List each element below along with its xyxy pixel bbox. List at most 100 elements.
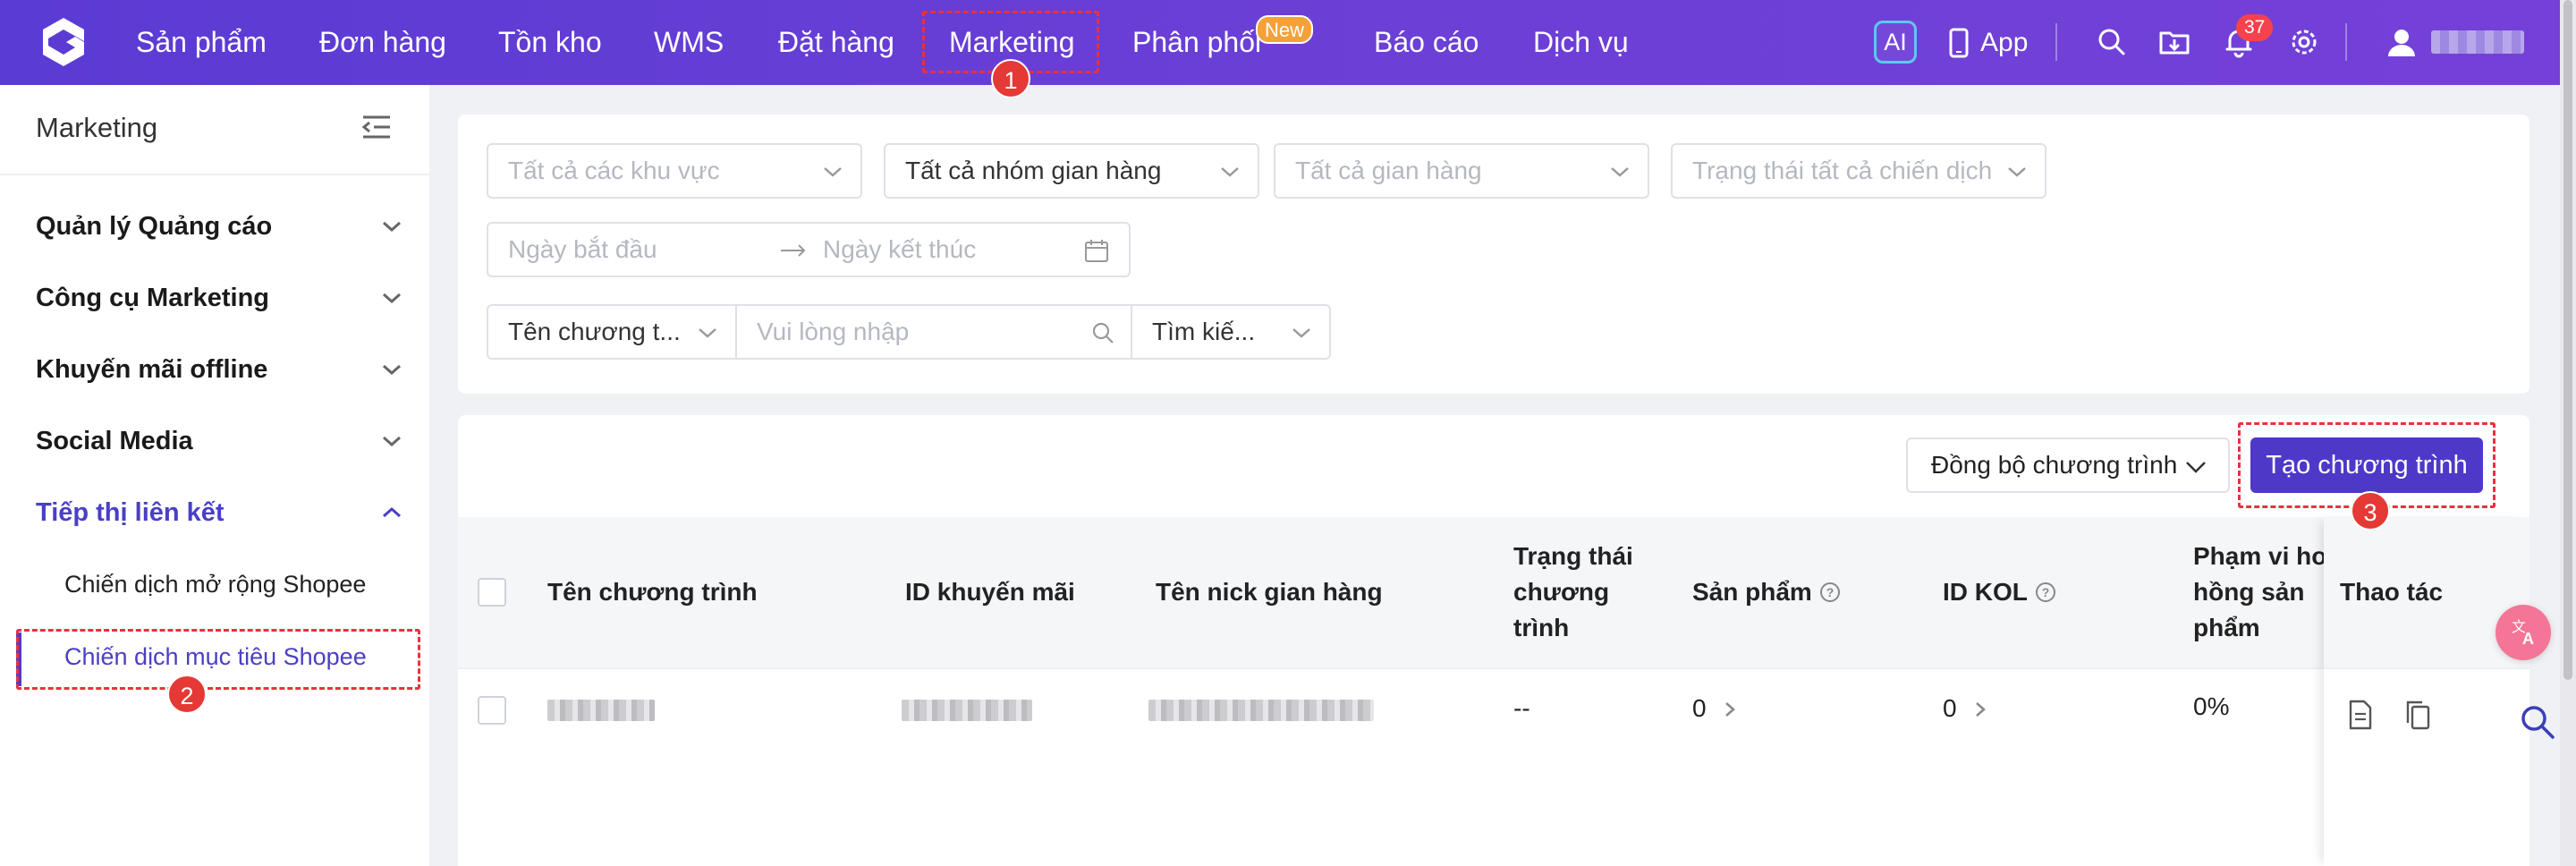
- copy-icon[interactable]: [2404, 700, 2431, 730]
- column-commission-scope-line: hồng sản: [2193, 578, 2305, 606]
- column-products[interactable]: Sản phẩm?: [1692, 574, 1841, 610]
- search-input-placeholder: Vui lòng nhập: [757, 318, 910, 345]
- sidebar-item-shopee-open-campaign[interactable]: Chiến dịch mở rộng Shopee: [64, 564, 366, 605]
- topbar-divider: [2345, 23, 2347, 61]
- products-link[interactable]: 0: [1692, 691, 1736, 726]
- search-icon[interactable]: [2519, 703, 2556, 741]
- sidebar-group-label: Công cụ Marketing: [36, 284, 270, 312]
- chevron-down-icon: [1611, 167, 1629, 177]
- campaign-status-select[interactable]: Trạng thái tất cả chiến dịch: [1671, 143, 2046, 199]
- column-campaign-status-line: trình: [1513, 614, 1570, 641]
- nav-orders[interactable]: Đơn hàng: [319, 0, 446, 85]
- region-select[interactable]: Tất cả các khu vực: [487, 143, 862, 199]
- nav-reports[interactable]: Báo cáo: [1374, 0, 1479, 85]
- campaign-status-select-value: Trạng thái tất cả chiến dịch: [1692, 157, 1993, 184]
- search-mode-select-value: Tìm kiế...: [1152, 318, 1256, 345]
- end-date-input[interactable]: Ngày kết thúc: [823, 224, 976, 276]
- column-kol-id[interactable]: ID KOL?: [1943, 574, 2056, 610]
- user-icon[interactable]: [2385, 25, 2419, 59]
- help-icon[interactable]: ?: [2035, 582, 2056, 603]
- chevron-down-icon: [383, 293, 401, 304]
- step-1-marker: 1: [991, 59, 1030, 98]
- sidebar-group-offline-promotion[interactable]: Khuyến mãi offline: [36, 348, 402, 391]
- select-all-checkbox[interactable]: [478, 578, 506, 607]
- nav-purchase[interactable]: Đặt hàng: [778, 0, 894, 85]
- targeted-campaign-highlight-box: [16, 629, 420, 690]
- sync-campaign-button[interactable]: Đồng bộ chương trình: [1906, 437, 2230, 493]
- chevron-down-icon: [824, 167, 842, 177]
- sidebar-group-social-media[interactable]: Social Media: [36, 420, 402, 463]
- column-commission-scope-line: phẩm: [2193, 614, 2260, 641]
- sidebar-title: Marketing: [36, 112, 158, 143]
- search-input[interactable]: Vui lòng nhập: [735, 304, 1132, 360]
- store-group-select[interactable]: Tất cả nhóm gian hàng: [884, 143, 1259, 199]
- sidebar-group-marketing-tools[interactable]: Công cụ Marketing: [36, 276, 402, 319]
- row-checkbox[interactable]: [478, 696, 506, 725]
- document-icon[interactable]: [2347, 700, 2374, 730]
- column-promo-id[interactable]: ID khuyến mãi: [905, 574, 1075, 610]
- step-2-marker: 2: [167, 675, 207, 714]
- column-campaign-status-line: Trạng thái: [1513, 542, 1633, 570]
- sidebar-group-ads-management[interactable]: Quản lý Quảng cáo: [36, 205, 402, 248]
- ai-button[interactable]: AI: [1874, 21, 1917, 64]
- store-select[interactable]: Tất cả gian hàng: [1274, 143, 1649, 199]
- topbar-divider: [2055, 23, 2057, 61]
- sidebar-group-label: Tiếp thị liên kết: [36, 498, 225, 527]
- chevron-down-icon: [2008, 167, 2026, 177]
- column-campaign-status[interactable]: Trạng thái chương trình: [1513, 539, 1633, 646]
- translate-float-button[interactable]: 文 A: [2496, 605, 2551, 660]
- table-row: -- 0 0 0%: [458, 667, 2324, 866]
- nav-distribution[interactable]: Phân phối: [1132, 0, 1261, 85]
- translate-icon: 文 A: [2512, 618, 2534, 648]
- sidebar-group-label: Khuyến mãi offline: [36, 355, 268, 384]
- search-field-select[interactable]: Tên chương t...: [487, 304, 737, 360]
- kol-id-link[interactable]: 0: [1943, 691, 1987, 726]
- username-blurred[interactable]: [2431, 30, 2524, 54]
- commission-scope-value: 0%: [2193, 692, 2230, 720]
- notification-count-badge: 37: [2236, 14, 2274, 41]
- sidebar-group-affiliate-marketing[interactable]: Tiếp thị liên kết: [36, 491, 402, 534]
- page-scrollbar-thumb[interactable]: [2563, 0, 2572, 680]
- app-link[interactable]: App: [1980, 0, 2028, 85]
- gear-icon[interactable]: [2287, 25, 2321, 59]
- nav-wms[interactable]: WMS: [654, 0, 724, 85]
- top-navigation-bar: Sản phẩm Đơn hàng Tồn kho WMS Đặt hàng M…: [0, 0, 2576, 98]
- column-commission-scope-line: Phạm vi ho: [2193, 542, 2324, 570]
- nav-products[interactable]: Sản phẩm: [136, 0, 267, 85]
- chevron-right-icon: [1725, 702, 1736, 717]
- arrow-right-icon: [781, 244, 806, 257]
- chevron-down-icon: [699, 328, 716, 338]
- column-commission-scope[interactable]: Phạm vi ho hồng sản phẩm: [2193, 539, 2324, 646]
- column-kol-id-label: ID KOL: [1943, 578, 2028, 606]
- collapse-sidebar-icon[interactable]: [361, 114, 392, 140]
- campaign-name-blurred[interactable]: [547, 700, 655, 721]
- start-date-input[interactable]: Ngày bắt đầu: [508, 224, 657, 276]
- svg-text:?: ?: [1826, 585, 1835, 599]
- chevron-down-icon: [383, 221, 401, 233]
- column-campaign-name[interactable]: Tên chương trình: [547, 574, 758, 610]
- search-mode-select[interactable]: Tìm kiế...: [1131, 304, 1331, 360]
- promo-id-blurred: [902, 700, 1032, 721]
- folder-download-icon[interactable]: [2157, 25, 2191, 59]
- chevron-down-icon: [1221, 167, 1239, 177]
- nav-inventory[interactable]: Tồn kho: [498, 0, 602, 85]
- date-range-picker[interactable]: Ngày bắt đầu Ngày kết thúc: [487, 222, 1131, 277]
- search-icon[interactable]: [2095, 25, 2129, 59]
- chevron-down-icon: [383, 436, 401, 447]
- logo-icon[interactable]: [36, 14, 91, 70]
- column-actions: Thao tác: [2340, 578, 2444, 606]
- column-products-label: Sản phẩm: [1692, 578, 1812, 606]
- row-divider: [2324, 667, 2529, 669]
- sidebar-divider: [0, 174, 429, 175]
- nav-services[interactable]: Dịch vụ: [1533, 0, 1629, 85]
- help-icon[interactable]: ?: [1819, 582, 1841, 603]
- region-select-value: Tất cả các khu vực: [508, 157, 720, 184]
- search-icon[interactable]: [1091, 321, 1114, 344]
- row-divider: [458, 667, 2529, 669]
- campaign-status-value: --: [1513, 694, 1530, 722]
- new-badge: New: [1256, 15, 1314, 44]
- chevron-down-icon: [1292, 328, 1310, 338]
- column-store-nick[interactable]: Tên nick gian hàng: [1156, 574, 1383, 610]
- column-campaign-status-line: chương: [1513, 578, 1610, 606]
- kol-id-count: 0: [1943, 694, 1957, 722]
